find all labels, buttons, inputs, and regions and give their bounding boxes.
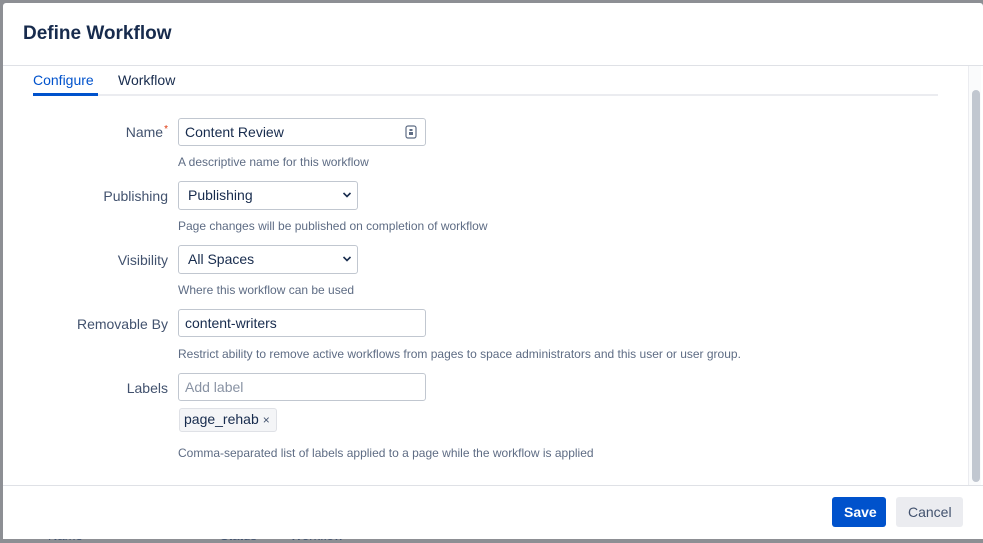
publishing-label: Publishing [103,188,168,204]
visibility-label: Visibility [117,252,168,268]
visibility-select[interactable]: All Spaces [178,245,358,274]
tab-bar: Configure Workflow [33,66,938,96]
removable-by-label: Removable By [76,316,168,332]
dialog-footer: Save Cancel [3,485,983,539]
define-workflow-dialog: Define Workflow Configure Workflow Name*… [3,3,983,539]
cancel-button[interactable]: Cancel [896,497,963,527]
labels-label: Labels [126,380,168,396]
save-button[interactable]: Save [832,497,886,527]
tab-configure[interactable]: Configure [33,72,94,88]
publishing-selected-value: Publishing [188,187,253,203]
dialog-title: Define Workflow [23,23,172,44]
publishing-hint: Page changes will be published on comple… [178,219,488,233]
required-marker: * [164,124,168,135]
removable-by-value: content-writers [185,315,277,331]
chevron-down-icon [343,192,351,198]
removable-by-hint: Restrict ability to remove active workfl… [178,347,741,361]
label-tag-text: page_rehab [184,411,259,427]
chevron-down-icon [343,256,351,262]
name-label: Name* [126,124,168,140]
visibility-hint: Where this workflow can be used [178,283,355,297]
publishing-select[interactable]: Publishing [178,181,358,210]
dialog-header: Define Workflow [3,3,983,66]
scrollbar-thumb[interactable] [972,90,980,482]
active-tab-indicator [33,93,98,96]
label-tag: page_rehab × [179,408,277,432]
labels-input[interactable]: Add label [178,373,426,401]
visibility-selected-value: All Spaces [188,251,255,267]
labels-hint: Comma-separated list of labels applied t… [178,446,594,460]
remove-tag-icon[interactable]: × [263,413,270,427]
labels-input-placeholder: Add label [185,379,244,395]
lock-icon[interactable] [405,125,417,139]
name-label-text: Name [125,124,164,140]
dialog-body: Configure Workflow Name* Content Review … [3,66,983,485]
name-input[interactable]: Content Review [178,118,426,146]
name-input-value: Content Review [185,124,284,140]
name-hint: A descriptive name for this workflow [178,155,369,169]
removable-by-input[interactable]: content-writers [178,309,426,337]
tab-workflow[interactable]: Workflow [118,72,175,88]
